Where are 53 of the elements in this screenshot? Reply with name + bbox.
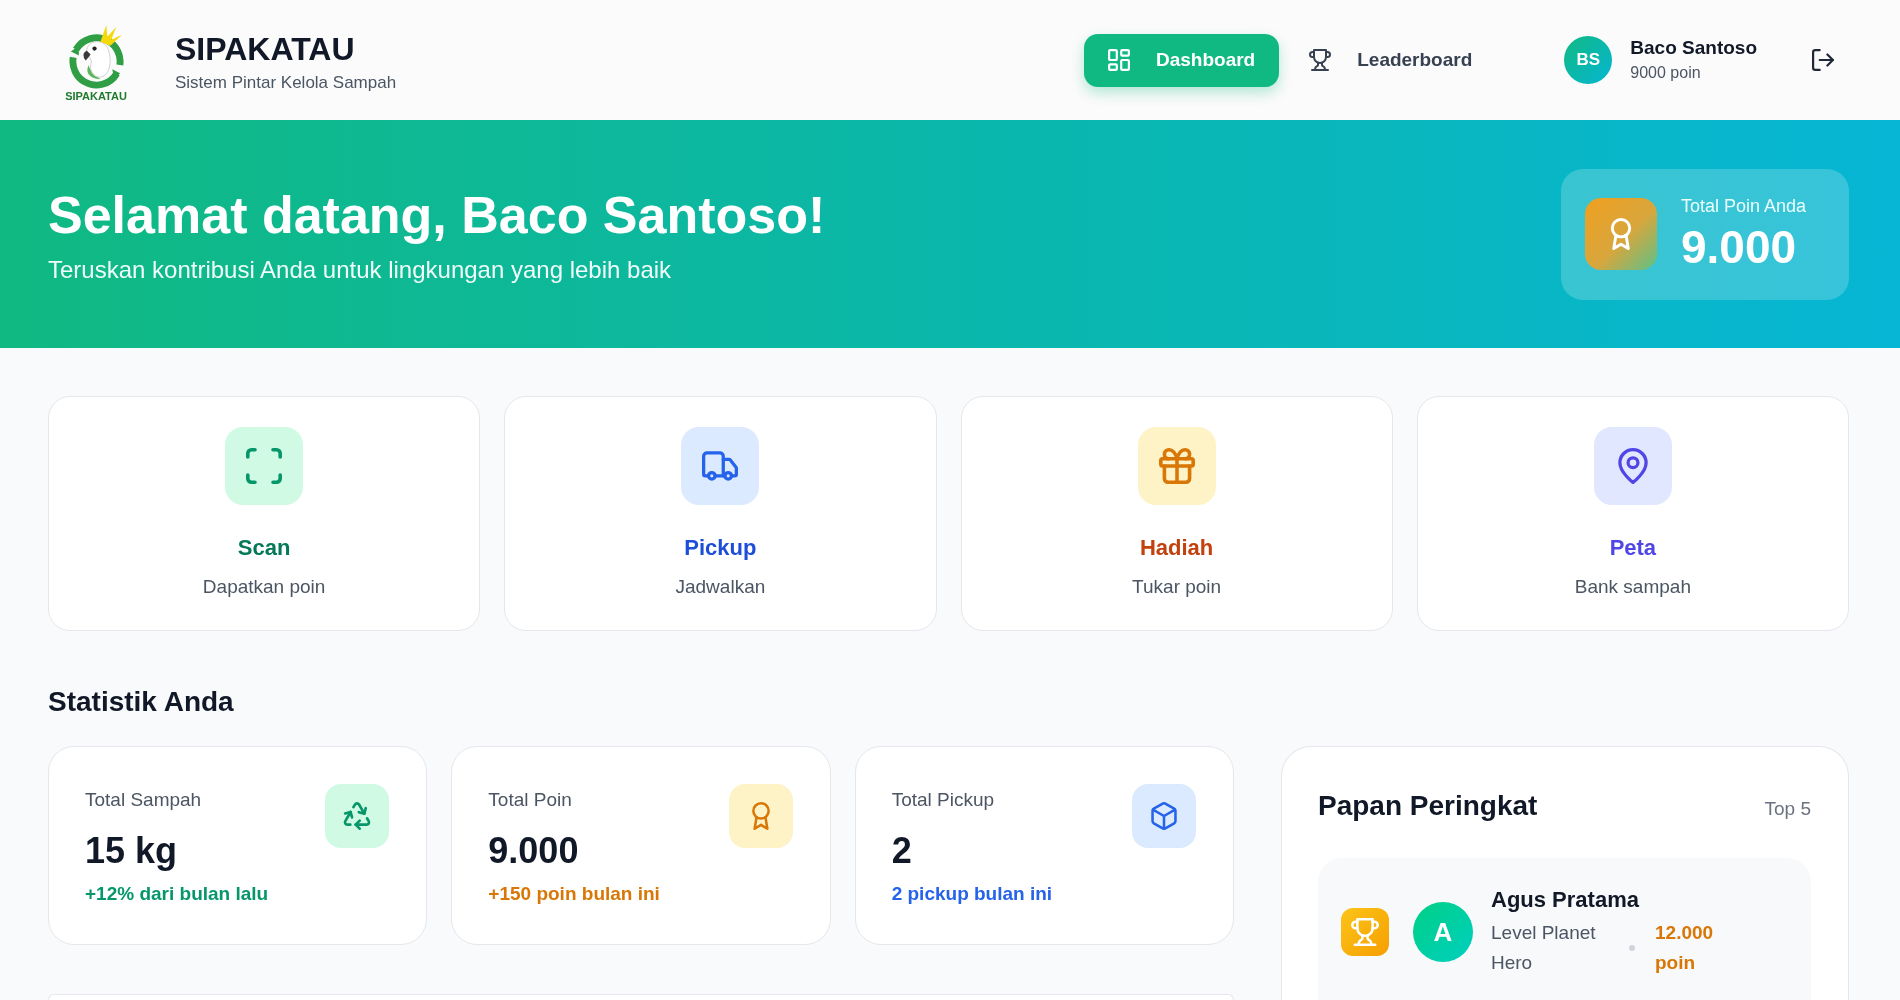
leaderboard-entry[interactable]: A Agus Pratama Level Planet Hero 12.000 poin xyxy=(1318,858,1811,1000)
logo-text: SIPAKATAU xyxy=(65,89,127,103)
entry-name: Agus Pratama xyxy=(1491,886,1640,914)
entry-points: 12.000 poin xyxy=(1655,921,1715,975)
action-subtitle: Dapatkan poin xyxy=(202,575,326,599)
stat-change: 2 pickup bulan ini xyxy=(891,882,1053,906)
user-points: 9000 poin xyxy=(1630,63,1702,83)
action-title: Peta xyxy=(1609,534,1657,562)
stat-change: +12% dari bulan lalu xyxy=(85,882,269,906)
logout-icon[interactable] xyxy=(1812,49,1834,71)
action-card[interactable]: Hadiah Tukar poin xyxy=(960,396,1393,631)
welcome-subtitle: Teruskan kontribusi Anda untuk lingkungan yang lebih baik xyxy=(48,256,673,284)
welcome-title: Selamat datang, Baco Santoso! xyxy=(48,185,826,246)
map-pin-icon xyxy=(1593,427,1672,505)
action-subtitle: Jadwalkan xyxy=(675,575,766,599)
stat-label: Total Pickup xyxy=(891,788,996,812)
stat-value: 9.000 xyxy=(488,830,580,872)
user-name: Baco Santoso xyxy=(1630,37,1757,59)
stat-value: 2 xyxy=(891,830,913,872)
section-title: Statistik Anda xyxy=(48,685,235,719)
user-avatar: A xyxy=(1413,902,1473,962)
action-title: Pickup xyxy=(684,534,757,562)
action-card[interactable]: Pickup Jadwalkan xyxy=(504,396,937,631)
points-value: 9.000 xyxy=(1681,221,1798,273)
app-subtitle: Sistem Pintar Kelola Sampah xyxy=(175,73,397,93)
award-icon xyxy=(1585,198,1657,270)
stat-label: Total Poin xyxy=(488,788,573,812)
action-subtitle: Bank sampah xyxy=(1574,575,1691,599)
grid-icon xyxy=(1107,49,1130,71)
gift-icon xyxy=(1137,427,1216,505)
user-avatar: BS xyxy=(1564,36,1613,84)
action-title: Hadiah xyxy=(1139,534,1214,562)
scan-icon xyxy=(225,427,304,505)
stat-change: +150 poin bulan ini xyxy=(488,882,660,906)
stat-value: 15 kg xyxy=(85,830,179,872)
points-label: Total Poin Anda xyxy=(1681,195,1807,217)
action-card[interactable]: Peta Bank sampah xyxy=(1416,396,1849,631)
trophy-icon xyxy=(1309,49,1332,71)
leaderboard-scope: Top 5 xyxy=(1764,798,1811,820)
stat-label: Total Sampah xyxy=(85,788,203,812)
action-subtitle: Tukar poin xyxy=(1132,575,1222,599)
recycle-icon xyxy=(325,784,390,848)
app-title: SIPAKATAU xyxy=(175,31,356,67)
leaderboard-title: Papan Peringkat xyxy=(1318,789,1538,823)
action-card[interactable]: Scan Dapatkan poin xyxy=(48,396,481,631)
trophy-icon xyxy=(1341,908,1389,956)
box-icon xyxy=(1132,784,1196,848)
separator-dot-icon xyxy=(1629,945,1635,951)
action-title: Scan xyxy=(237,534,291,562)
nav-tab[interactable]: Leaderboard xyxy=(1285,33,1497,87)
award-icon xyxy=(728,784,793,848)
truck-icon xyxy=(681,427,760,505)
entry-level: Level Planet Hero xyxy=(1491,921,1597,975)
